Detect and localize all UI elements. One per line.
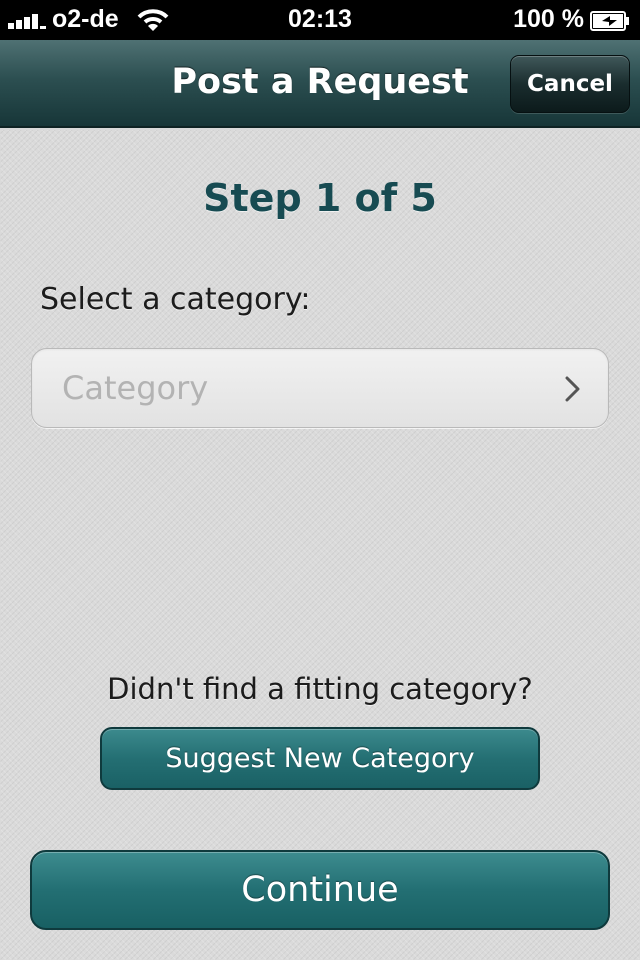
status-bar: o2-de 02:13 100 %: [0, 0, 640, 40]
no-category-prompt: Didn't find a fitting category?: [107, 672, 533, 706]
main-content: Step 1 of 5 Select a category: Category …: [0, 130, 640, 960]
continue-button[interactable]: Continue: [30, 850, 610, 930]
cancel-button[interactable]: Cancel: [510, 55, 630, 113]
category-placeholder: Category: [62, 369, 209, 407]
select-category-label: Select a category:: [40, 282, 311, 317]
step-indicator: Step 1 of 5: [203, 176, 437, 220]
suggest-new-category-button[interactable]: Suggest New Category: [100, 727, 540, 790]
battery-percent: 100 %: [513, 5, 584, 33]
navigation-bar: Post a Request Cancel: [0, 40, 640, 128]
battery-charging-icon: [590, 11, 629, 31]
chevron-right-icon: [565, 376, 580, 402]
category-selector[interactable]: Category: [31, 348, 609, 428]
